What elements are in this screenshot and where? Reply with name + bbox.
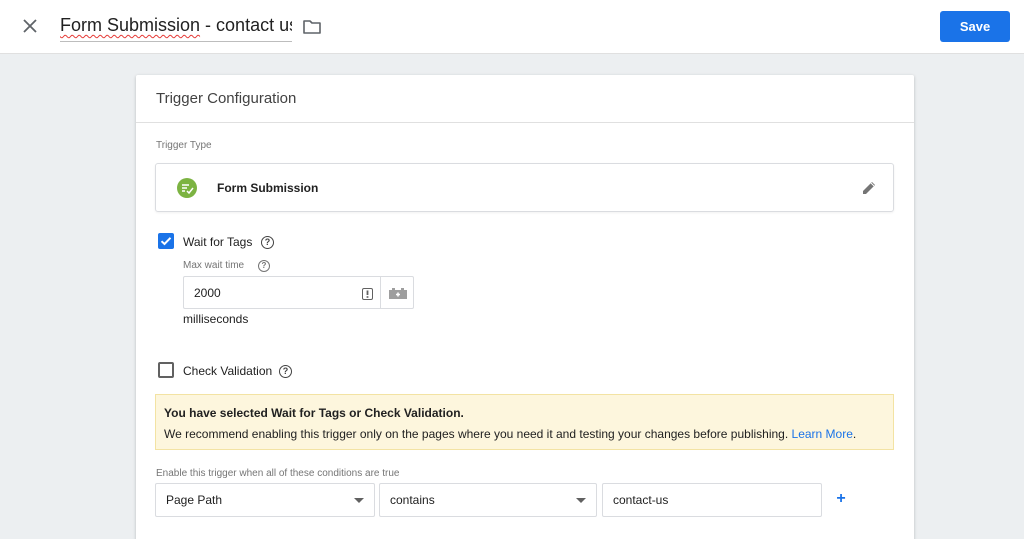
card-header: Trigger Configuration bbox=[136, 75, 914, 123]
trigger-name-part1: Form Submission bbox=[60, 15, 201, 35]
max-wait-time-input[interactable] bbox=[184, 277, 380, 308]
wait-for-tags-label: Wait for Tags bbox=[183, 235, 253, 249]
condition-operator-select[interactable]: contains bbox=[379, 483, 597, 517]
variable-picker-button[interactable] bbox=[380, 277, 414, 308]
condition-operator-value: contains bbox=[390, 493, 435, 507]
help-icon[interactable]: ? bbox=[258, 260, 270, 272]
dropdown-caret-icon bbox=[576, 498, 586, 503]
top-bar: Form Submission - contact us Save bbox=[0, 0, 1024, 54]
help-icon[interactable]: ? bbox=[261, 236, 274, 249]
form-submission-icon bbox=[177, 178, 197, 198]
close-icon[interactable] bbox=[18, 14, 42, 38]
max-wait-time-field bbox=[183, 276, 414, 309]
warning-banner: You have selected Wait for Tags or Check… bbox=[155, 394, 894, 450]
trigger-type-selector[interactable]: Form Submission bbox=[155, 163, 894, 212]
trigger-type-name: Form Submission bbox=[217, 181, 319, 195]
condition-value-input[interactable] bbox=[602, 483, 822, 517]
check-validation-label: Check Validation bbox=[183, 364, 273, 378]
wait-for-tags-checkbox[interactable] bbox=[158, 233, 174, 249]
card-title: Trigger Configuration bbox=[156, 90, 297, 107]
help-icon[interactable]: ? bbox=[279, 365, 292, 378]
warning-title: You have selected Wait for Tags or Check… bbox=[164, 406, 464, 420]
variable-block-icon bbox=[388, 287, 407, 299]
warning-text: We recommend enabling this trigger only … bbox=[164, 427, 856, 441]
trigger-configuration-card: Trigger Configuration Trigger Type Form … bbox=[136, 75, 914, 539]
edit-pencil-icon[interactable] bbox=[859, 178, 879, 198]
trigger-name-part2: - contact us bbox=[200, 15, 292, 35]
max-wait-time-label: Max wait time bbox=[183, 260, 245, 271]
exclamation-icon bbox=[362, 287, 373, 300]
add-condition-plus-icon[interactable]: + bbox=[834, 489, 848, 509]
milliseconds-label: milliseconds bbox=[183, 312, 249, 326]
trigger-type-label: Trigger Type bbox=[156, 140, 212, 151]
folder-icon[interactable] bbox=[301, 16, 323, 38]
dropdown-caret-icon bbox=[354, 498, 364, 503]
conditions-label: Enable this trigger when all of these co… bbox=[156, 468, 400, 479]
condition-variable-select[interactable]: Page Path bbox=[155, 483, 375, 517]
check-validation-checkbox[interactable] bbox=[158, 362, 174, 378]
save-button[interactable]: Save bbox=[940, 11, 1010, 42]
warning-suffix: . bbox=[852, 427, 857, 441]
condition-variable-value: Page Path bbox=[166, 493, 223, 507]
trigger-name-input[interactable]: Form Submission - contact us bbox=[60, 15, 292, 42]
warning-body: We recommend enabling this trigger only … bbox=[164, 427, 789, 441]
learn-more-link[interactable]: Learn More bbox=[792, 427, 853, 441]
